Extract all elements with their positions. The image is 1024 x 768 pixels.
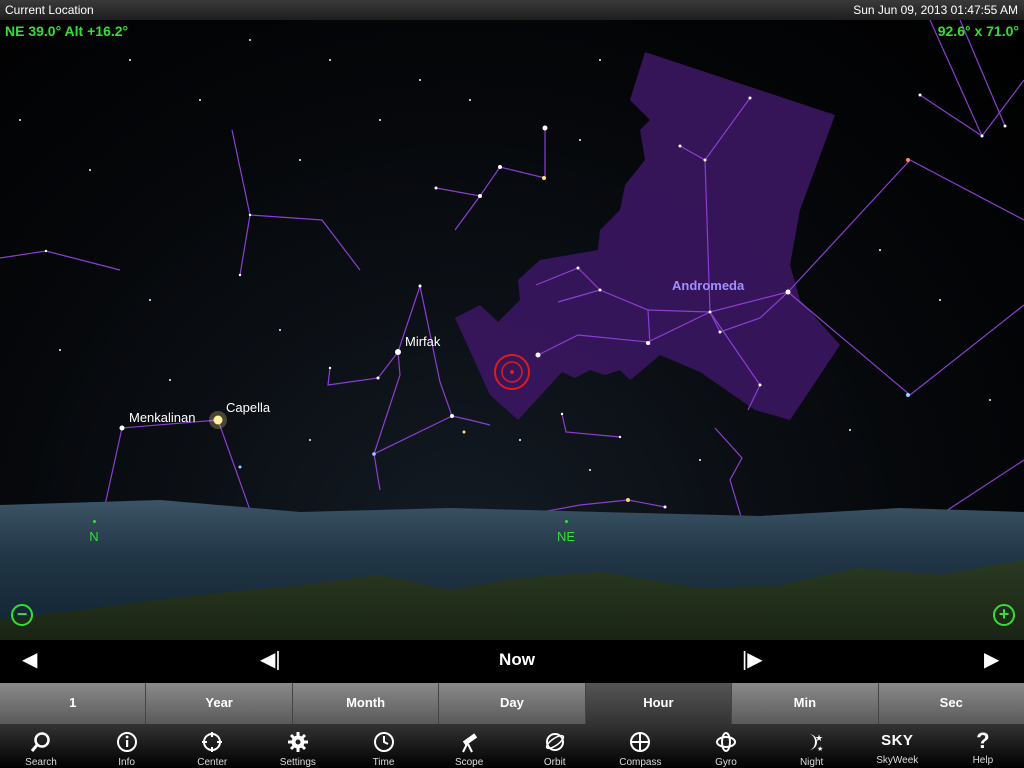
search-button[interactable]: Search (6, 724, 76, 768)
center-button[interactable]: Center (177, 724, 247, 768)
search-label: Search (25, 757, 57, 768)
time-navigation-bar: ◀ ◀| Now |▶ ▶ (0, 640, 1024, 682)
gyro-button[interactable]: Gyro (691, 724, 761, 768)
compass-label: Compass (619, 757, 662, 768)
center-icon (177, 731, 247, 757)
svg-text:★: ★ (815, 734, 823, 744)
orbit-button[interactable]: Orbit (520, 724, 590, 768)
help-label: Help (972, 755, 994, 766)
andromeda-label: Andromeda (672, 278, 745, 293)
now-button[interactable]: Now (482, 650, 552, 670)
fov-readout: 92.6° x 71.0° (937, 23, 1019, 39)
center-label: Center (197, 757, 228, 768)
location-label: Current Location (5, 3, 94, 17)
menkalinan-label: Menkalinan (129, 410, 196, 425)
help-button[interactable]: ? Help (948, 724, 1018, 768)
forward-far-button[interactable]: ▶ (984, 650, 999, 670)
search-icon (6, 731, 76, 757)
clock-icon (349, 731, 419, 757)
zoom-in-icon: + (998, 604, 1010, 624)
zoom-out-button[interactable]: − (11, 604, 33, 626)
time-step-selector: 1 Year Month Day Hour Min Sec (0, 683, 1024, 724)
time-label: Time (372, 757, 395, 768)
skyweek-button[interactable]: SKY SkyWeek (862, 724, 932, 768)
back-far-button[interactable]: ◀ (22, 650, 37, 670)
step-min-button[interactable]: Min (732, 683, 879, 724)
settings-label: Settings (279, 757, 316, 768)
compass-icon (605, 731, 675, 757)
gyro-label: Gyro (715, 757, 737, 768)
pointing-readout: NE 39.0° Alt +16.2° (5, 23, 129, 39)
compass-northeast-label: NE (556, 529, 576, 544)
orbit-icon (520, 731, 590, 757)
sky-logo: SKY (881, 732, 914, 749)
sky-view[interactable]: NE 39.0° Alt +16.2° 92.6° x 71.0° Androm… (0, 20, 1024, 640)
step-year-button[interactable]: Year (146, 683, 293, 724)
step-sec-button[interactable]: Sec (879, 683, 1024, 724)
scope-label: Scope (454, 757, 484, 768)
settings-button[interactable]: Settings (263, 724, 333, 768)
stars (19, 39, 1007, 509)
compass-northeast-dot (564, 520, 568, 523)
zoom-out-icon: − (16, 604, 28, 624)
back-step-button[interactable]: ◀| (260, 650, 281, 670)
gear-icon (263, 731, 333, 757)
compass-northeast: NE (551, 520, 581, 544)
svg-text:★: ★ (817, 745, 823, 753)
mirfak-label: Mirfak (405, 334, 441, 349)
compass-button[interactable]: Compass (605, 724, 675, 768)
step-hour-button[interactable]: Hour (585, 683, 733, 724)
scope-button[interactable]: Scope (434, 724, 504, 768)
step-day-button[interactable]: Day (439, 683, 586, 724)
andromeda-boundary (455, 52, 840, 420)
night-label: Night (799, 757, 824, 768)
status-bar: Current Location Sun Jun 09, 2013 01:47:… (0, 0, 1024, 21)
forward-step-button[interactable]: |▶ (742, 650, 763, 670)
compass-north: N (79, 520, 109, 544)
skyweek-label: SkyWeek (876, 755, 919, 766)
orbit-label: Orbit (543, 757, 566, 768)
capella-label: Capella (226, 400, 271, 415)
telescope-icon (434, 731, 504, 757)
zoom-in-button[interactable]: + (993, 604, 1015, 626)
help-icon: ? (976, 728, 990, 753)
constellation-lines (0, 20, 1024, 521)
datetime-label: Sun Jun 09, 2013 01:47:55 AM (853, 3, 1018, 17)
info-icon (92, 731, 162, 757)
time-button[interactable]: Time (349, 724, 419, 768)
compass-north-dot (92, 520, 96, 523)
compass-north-label: N (89, 529, 99, 544)
info-button[interactable]: Info (92, 724, 162, 768)
step-count-button[interactable]: 1 (0, 683, 147, 724)
gyro-icon (691, 731, 761, 757)
bottom-toolbar: Search Info Center Settings Time Scope O… (0, 724, 1024, 768)
info-label: Info (118, 757, 135, 768)
night-icon: ★ ★ (777, 731, 847, 757)
night-button[interactable]: ★ ★ Night (777, 724, 847, 768)
sky-chart (0, 20, 1024, 640)
step-month-button[interactable]: Month (293, 683, 440, 724)
